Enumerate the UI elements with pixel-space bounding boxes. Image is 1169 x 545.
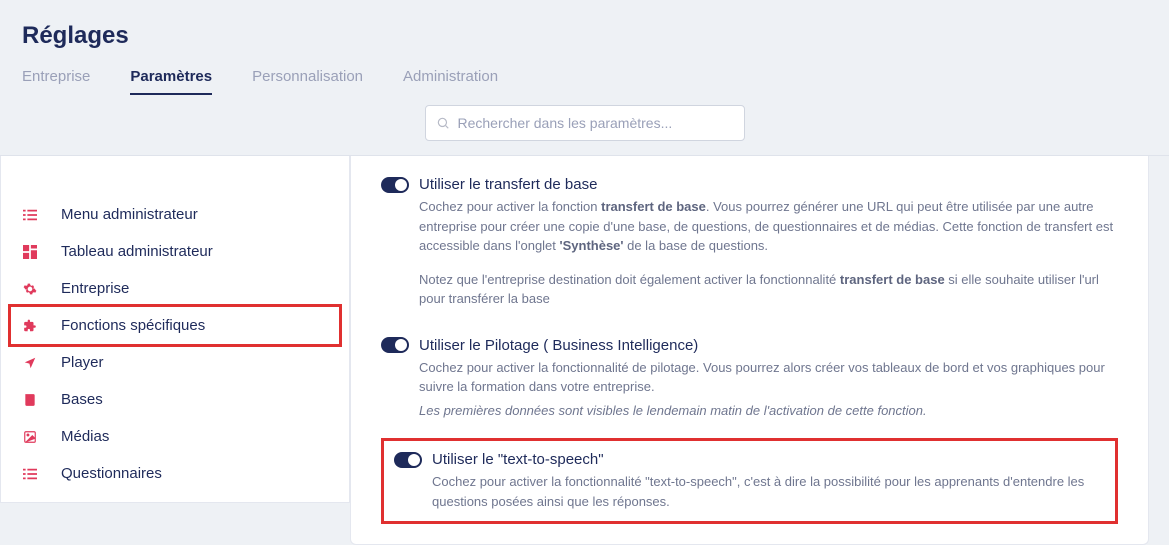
location-arrow-icon xyxy=(21,356,39,370)
sidebar-item-entreprise[interactable]: Entreprise xyxy=(11,270,339,307)
settings-content: Utiliser le transfert de base Cochez pou… xyxy=(350,156,1149,545)
tab-parametres[interactable]: Paramètres xyxy=(130,68,212,95)
sidebar-item-label: Fonctions spécifiques xyxy=(61,317,205,334)
toggle-pilotage[interactable] xyxy=(381,337,409,353)
sidebar-item-questionnaires[interactable]: Questionnaires xyxy=(11,455,339,492)
book-icon xyxy=(21,393,39,407)
list-icon xyxy=(21,208,39,222)
sidebar-item-label: Menu administrateur xyxy=(61,206,198,223)
list-ol-icon xyxy=(21,467,39,481)
toggle-tts[interactable] xyxy=(394,452,422,468)
image-icon xyxy=(21,430,39,444)
setting-transfert: Utiliser le transfert de base Cochez pou… xyxy=(381,166,1118,327)
page-title: Réglages xyxy=(0,0,1169,68)
sidebar-item-label: Bases xyxy=(61,391,103,408)
tabs-nav: Entreprise Paramètres Personnalisation A… xyxy=(0,68,1169,95)
sidebar-item-tableau-admin[interactable]: Tableau administrateur xyxy=(11,233,339,270)
search-box[interactable] xyxy=(425,105,745,141)
sidebar-item-label: Entreprise xyxy=(61,280,129,297)
search-icon xyxy=(436,116,450,130)
setting-title: Utiliser le Pilotage ( Business Intellig… xyxy=(419,337,698,354)
tab-administration[interactable]: Administration xyxy=(403,68,498,95)
setting-desc-note: Les premières données sont visibles le l… xyxy=(419,401,1118,421)
sidebar-item-label: Questionnaires xyxy=(61,465,162,482)
sidebar-item-label: Player xyxy=(61,354,104,371)
tab-personnalisation[interactable]: Personnalisation xyxy=(252,68,363,95)
sidebar-item-menu-admin[interactable]: Menu administrateur xyxy=(11,196,339,233)
gear-icon xyxy=(21,282,39,296)
setting-desc: Cochez pour activer la fonctionnalité de… xyxy=(419,358,1118,397)
sidebar-item-medias[interactable]: Médias xyxy=(11,418,339,455)
setting-title: Utiliser le transfert de base xyxy=(419,176,597,193)
sidebar-item-label: Tableau administrateur xyxy=(61,243,213,260)
dashboard-icon xyxy=(21,245,39,259)
tab-entreprise[interactable]: Entreprise xyxy=(22,68,90,95)
sidebar-item-player[interactable]: Player xyxy=(11,344,339,381)
search-container xyxy=(0,95,1169,155)
sidebar-item-fonctions[interactable]: Fonctions spécifiques xyxy=(11,307,339,344)
setting-title: Utiliser le "text-to-speech" xyxy=(432,451,604,468)
sidebar-item-label: Médias xyxy=(61,428,109,445)
setting-pilotage: Utiliser le Pilotage ( Business Intellig… xyxy=(381,327,1118,439)
setting-tts: Utiliser le "text-to-speech" Cochez pour… xyxy=(381,438,1118,524)
sidebar: Menu administrateur Tableau administrate… xyxy=(0,156,350,503)
search-input[interactable] xyxy=(458,115,734,131)
setting-desc: Cochez pour activer la fonction transfer… xyxy=(419,197,1118,256)
setting-desc-note: Notez que l'entreprise destination doit … xyxy=(419,270,1118,309)
sidebar-item-bases[interactable]: Bases xyxy=(11,381,339,418)
puzzle-icon xyxy=(21,319,39,333)
toggle-transfert[interactable] xyxy=(381,177,409,193)
setting-desc: Cochez pour activer la fonctionnalité "t… xyxy=(432,472,1105,511)
